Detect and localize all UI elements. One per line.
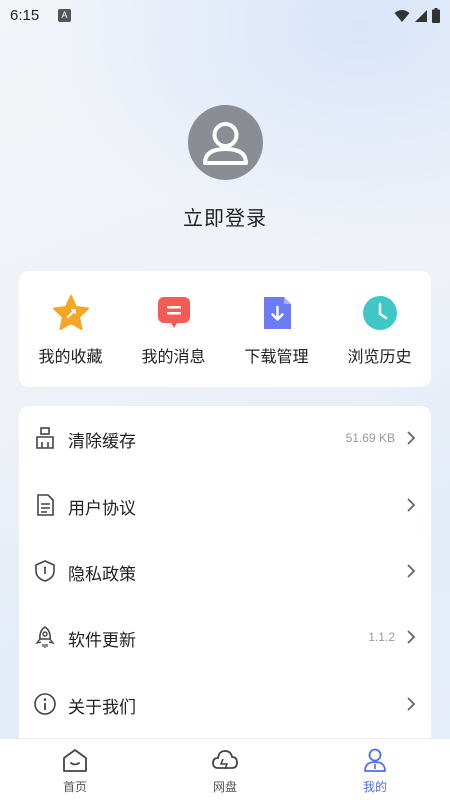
chevron-right-icon (407, 498, 416, 512)
history-button[interactable]: 浏览历史 (328, 271, 431, 387)
shield-icon (35, 560, 55, 582)
notification-icon: A (58, 9, 71, 22)
chevron-right-icon (407, 564, 416, 578)
user-silhouette-icon (203, 122, 248, 165)
rocket-icon (35, 626, 55, 648)
nav-home[interactable]: 首页 (0, 739, 150, 800)
nav-mine[interactable]: 我的 (300, 739, 450, 800)
chevron-right-icon (407, 431, 416, 445)
favorites-label: 我的收藏 (38, 347, 103, 366)
clear-cache-label: 清除缓存 (68, 432, 136, 452)
privacy-policy-label: 隐私政策 (68, 565, 136, 585)
nav-mine-label: 我的 (362, 780, 387, 794)
wifi-icon (394, 9, 410, 22)
signal-icon (415, 9, 427, 22)
history-label: 浏览历史 (347, 347, 412, 366)
user-agreement-label: 用户协议 (68, 499, 136, 519)
avatar[interactable] (188, 105, 263, 180)
login-link[interactable]: 立即登录 (0, 202, 450, 231)
chevron-right-icon (407, 630, 416, 644)
about-us-row[interactable]: 关于我们 (19, 672, 431, 738)
cache-size-value: 51.69 KB (345, 431, 395, 445)
nav-cloud-drive-label: 网盘 (212, 780, 237, 794)
user-agreement-row[interactable]: 用户协议 (19, 473, 431, 539)
user-icon (364, 748, 386, 772)
settings-list: 清除缓存 51.69 KB 用户协议 隐私政策 软件更新 1.1.2 关于我们 (19, 406, 431, 746)
version-value: 1.1.2 (368, 630, 395, 644)
star-icon (52, 295, 89, 330)
cloud-icon (212, 750, 238, 770)
message-icon (157, 297, 190, 328)
status-indicators (394, 8, 440, 23)
info-icon (34, 693, 56, 715)
messages-label: 我的消息 (141, 347, 206, 366)
broom-icon (36, 427, 54, 449)
download-icon (263, 297, 291, 329)
software-update-label: 软件更新 (68, 631, 136, 651)
clear-cache-row[interactable]: 清除缓存 51.69 KB (19, 406, 431, 472)
favorites-button[interactable]: 我的收藏 (19, 271, 122, 387)
quick-actions-card: 我的收藏 我的消息 下载管理 浏览历史 (19, 271, 431, 387)
status-bar: 6:15 A (0, 0, 450, 32)
home-icon (63, 749, 87, 772)
battery-icon (432, 8, 440, 23)
downloads-button[interactable]: 下载管理 (225, 271, 328, 387)
status-time: 6:15 (10, 7, 40, 24)
bottom-navigation: 首页 网盘 我的 (0, 738, 450, 800)
messages-button[interactable]: 我的消息 (122, 271, 225, 387)
nav-cloud-drive[interactable]: 网盘 (150, 739, 300, 800)
software-update-row[interactable]: 软件更新 1.1.2 (19, 605, 431, 671)
chevron-right-icon (407, 697, 416, 711)
privacy-policy-row[interactable]: 隐私政策 (19, 539, 431, 605)
document-icon (37, 494, 54, 516)
about-us-label: 关于我们 (68, 698, 136, 718)
nav-home-label: 首页 (62, 780, 87, 794)
downloads-label: 下载管理 (244, 347, 309, 366)
clock-icon (362, 296, 397, 330)
